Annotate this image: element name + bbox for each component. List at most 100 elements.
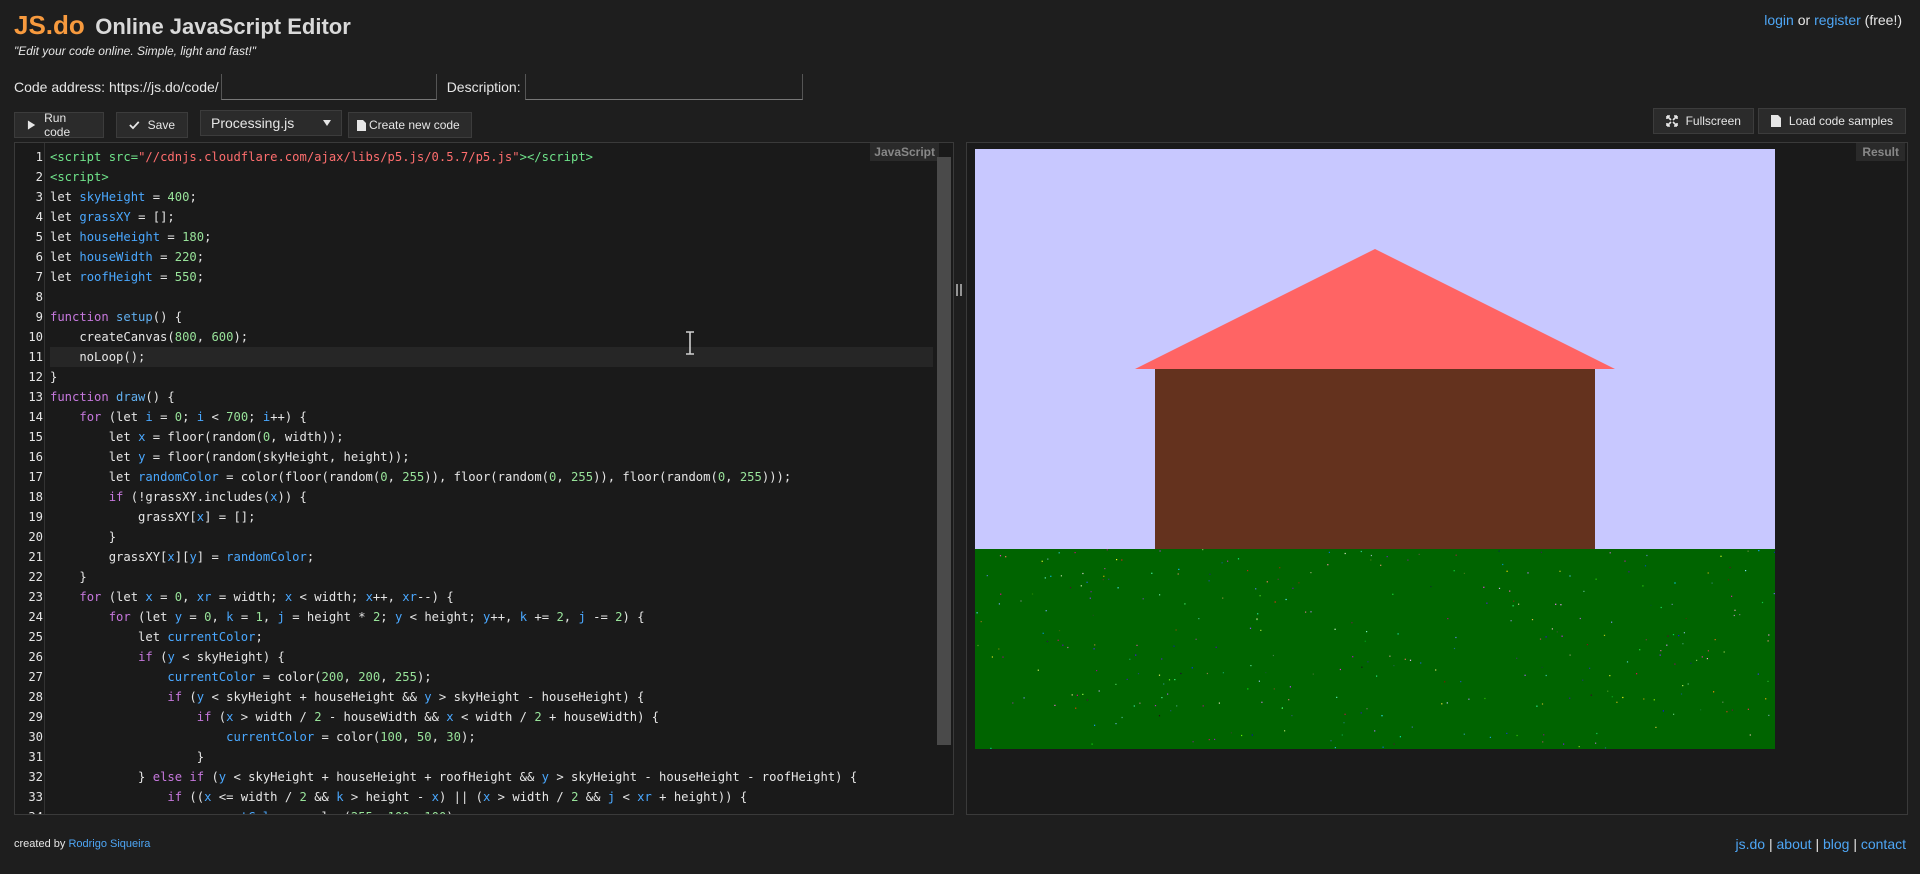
description-input[interactable]	[524, 74, 803, 100]
grass-dot	[1094, 724, 1096, 726]
editor-scrollbar[interactable]	[937, 157, 951, 745]
grass-dot	[1706, 658, 1708, 660]
grass-dot	[1626, 661, 1629, 663]
grass-dot	[1595, 742, 1597, 744]
author-link[interactable]: Rodrigo Siqueira	[68, 838, 150, 850]
grass-dot	[1241, 734, 1243, 737]
grass-dot	[1404, 658, 1406, 660]
footer-link-about[interactable]: about	[1777, 836, 1812, 852]
grass-dot	[1154, 705, 1157, 707]
grass-dot	[1734, 609, 1736, 611]
grass-dot	[1757, 673, 1759, 675]
grass-dot	[1060, 575, 1062, 577]
code-line: 15 let x = floor(random(0, width));	[28, 430, 344, 444]
grass-dot	[1288, 699, 1290, 701]
grass-dot	[1502, 563, 1504, 566]
grass-dot	[1214, 738, 1216, 740]
grass-dot	[1067, 646, 1069, 649]
grass-dot	[1722, 701, 1724, 703]
code-line: 13 function draw() {	[28, 390, 175, 404]
code-line: 14 for (let i = 0; i < 700; i ++) {	[28, 410, 307, 424]
grass-dot	[1361, 666, 1363, 668]
language-select[interactable]: Processing.js	[200, 110, 342, 136]
language-selected: Processing.js	[211, 115, 295, 131]
grass-dot	[1765, 698, 1767, 700]
grass-dot	[1237, 558, 1240, 560]
grass-dot	[1551, 628, 1553, 630]
grass-dot	[1420, 662, 1422, 664]
code-editor[interactable]: JavaScript 1 <script src= "//cdnjs.cloudfl…	[14, 142, 954, 815]
grass-dot	[1002, 656, 1004, 658]
grass-dot	[1531, 619, 1534, 621]
grass-dot	[1054, 704, 1056, 706]
login-link[interactable]: login	[1764, 12, 1794, 28]
grass-dot	[1366, 631, 1368, 633]
grass-dot	[1646, 554, 1648, 557]
grass-dot	[1339, 668, 1341, 671]
splitter-handle[interactable]	[955, 282, 963, 298]
grass-dot	[1628, 571, 1630, 573]
grass-dot	[1483, 586, 1485, 588]
grass-dot	[1221, 562, 1223, 564]
footer-link-contact[interactable]: contact	[1861, 836, 1906, 852]
site-header: JS.do Online JavaScript Editor	[14, 10, 351, 41]
footer-link-jsdo[interactable]: js.do	[1736, 836, 1766, 852]
chevron-down-icon	[323, 120, 331, 126]
grass-dot	[1161, 697, 1163, 699]
grass-dot	[1624, 560, 1626, 562]
grass-dot	[1768, 634, 1770, 636]
grass-dot	[1758, 550, 1760, 552]
fullscreen-button[interactable]: Fullscreen	[1652, 108, 1754, 134]
code-line: 18 if (!grassXY.includes(x)) {	[28, 490, 307, 504]
run-code-button[interactable]: Run code	[14, 111, 104, 139]
grass-dot	[1046, 640, 1048, 643]
footer-sep: |	[1768, 836, 1773, 852]
grass-dot	[1044, 577, 1046, 579]
grass-dot	[1687, 683, 1689, 685]
grass-dot	[1767, 680, 1769, 682]
grass-dot	[1660, 606, 1662, 609]
grass-dot	[1086, 699, 1088, 701]
grass-dot	[1020, 600, 1022, 602]
grass-dot	[1555, 603, 1557, 605]
grass-dot	[1731, 709, 1733, 711]
grass-dot	[1121, 716, 1123, 719]
grass-dot	[1453, 570, 1455, 572]
site-logo[interactable]: JS.do	[14, 10, 85, 40]
create-new-code-label: Create new code	[369, 118, 460, 132]
grass-dot	[1655, 726, 1657, 728]
grass-dot	[1749, 734, 1751, 736]
grass-dot	[1733, 614, 1735, 617]
code-line: 4 let grassXY = [];	[35, 210, 175, 224]
grass-dot	[1218, 702, 1220, 704]
grass-dot	[1596, 732, 1598, 735]
grass-dot	[1069, 587, 1072, 589]
grass-dot	[1441, 703, 1443, 705]
register-link[interactable]: register	[1814, 12, 1861, 28]
code-line: 8	[35, 290, 43, 304]
grass-dot	[1222, 597, 1224, 599]
grass-dot	[1023, 697, 1025, 699]
code-address-input[interactable]	[220, 74, 437, 100]
grass-dot	[1215, 646, 1217, 648]
grass-dot	[1142, 598, 1144, 600]
save-button[interactable]: Save	[116, 112, 188, 138]
code-line: 17 let randomColor = color(floor(random(…	[28, 470, 792, 484]
grass-dot	[1265, 672, 1267, 674]
grass-dot	[1381, 715, 1383, 717]
grass-dot	[1707, 572, 1709, 574]
grass-dot	[1393, 743, 1395, 745]
result-panel: Result	[966, 142, 1908, 815]
create-new-code-button[interactable]: Create new code	[348, 112, 472, 138]
code-lines[interactable]: 1 <script src= "//cdnjs.cloudflare.com/aja…	[28, 147, 933, 814]
result-canvas[interactable]	[975, 149, 1775, 749]
load-code-samples-button[interactable]: Load code samples	[1757, 108, 1906, 134]
grass-dot	[1711, 582, 1713, 584]
grass-dot	[1463, 572, 1465, 574]
grass-dot	[1082, 572, 1084, 575]
code-line: 30 currentColor = color(100, 50, 30);	[28, 730, 476, 744]
footer-link-blog[interactable]: blog	[1823, 836, 1849, 852]
grass-dot	[1117, 587, 1119, 589]
grass-dot	[1643, 698, 1645, 700]
grass-dot	[1093, 648, 1095, 650]
